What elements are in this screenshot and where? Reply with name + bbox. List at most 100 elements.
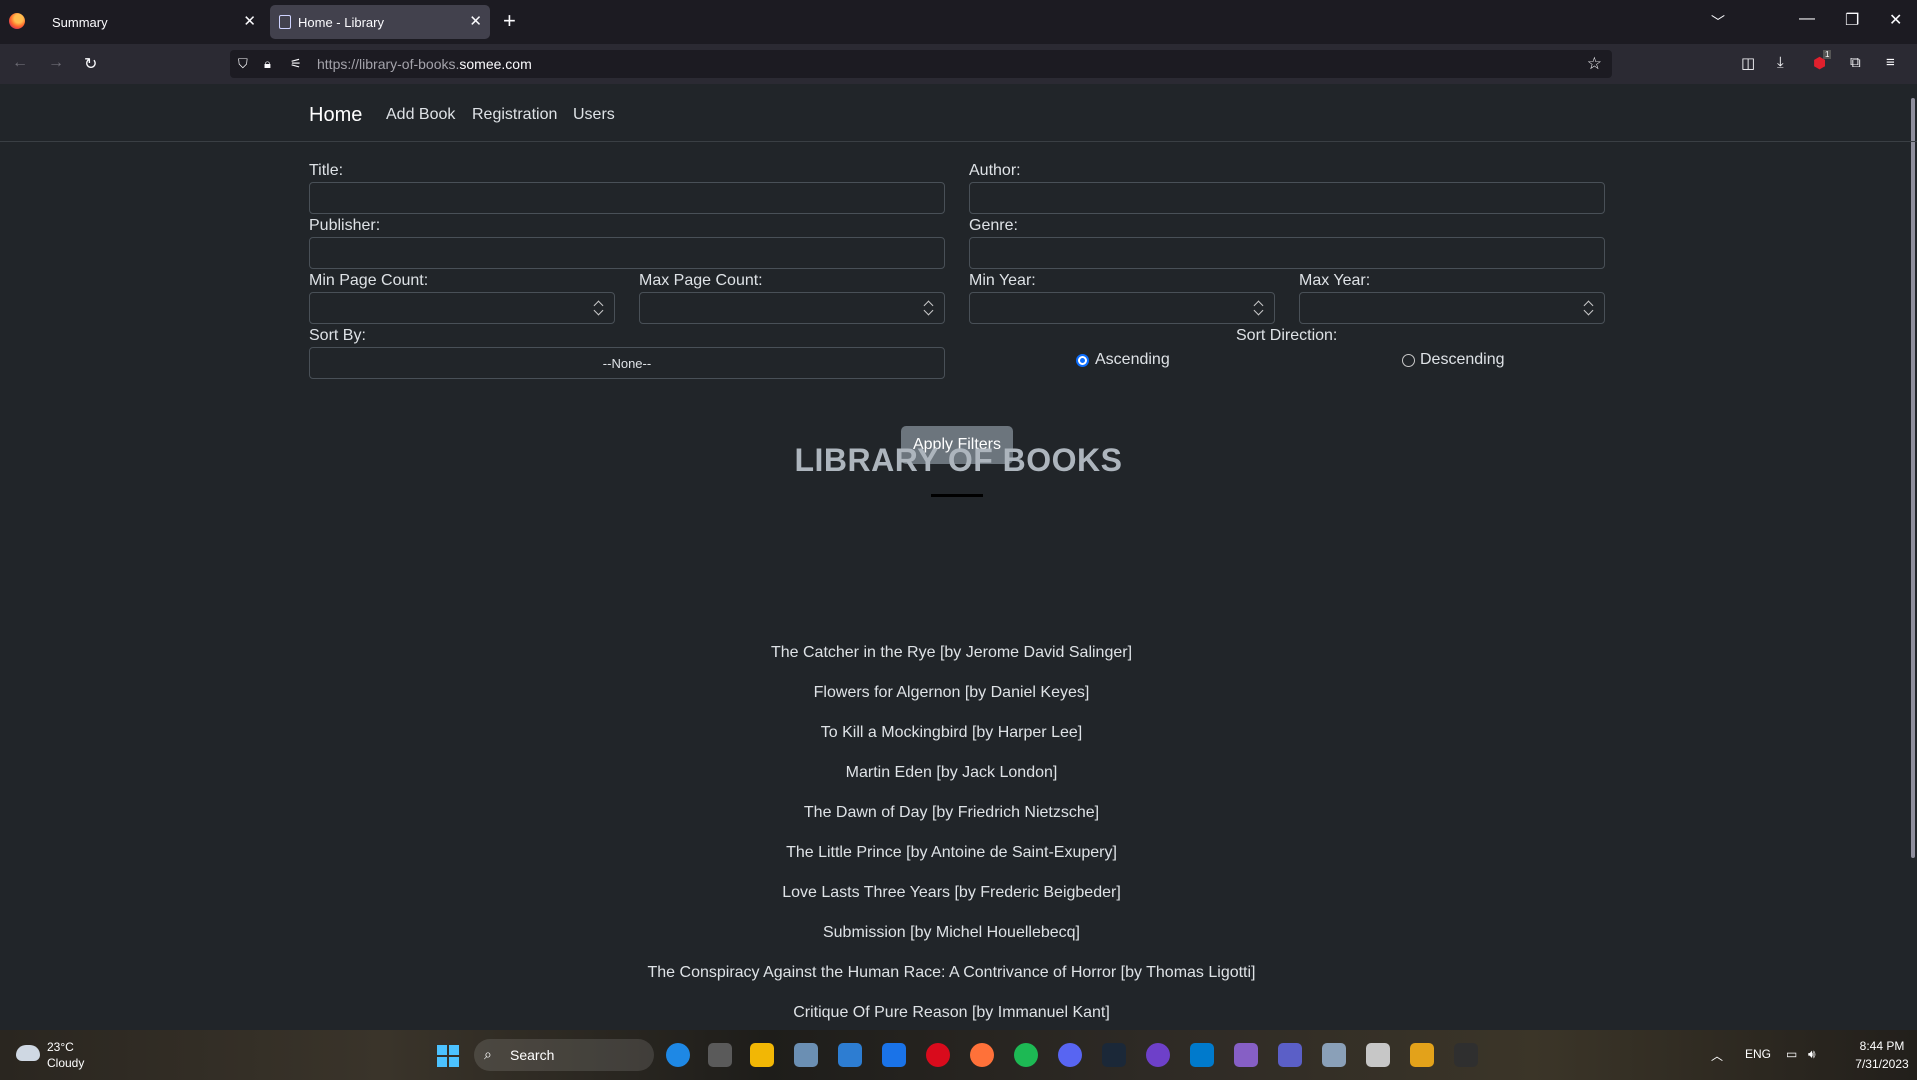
- clock-time[interactable]: 8:44 PM: [1854, 1039, 1910, 1053]
- back-icon[interactable]: ←: [12, 54, 28, 72]
- spinner-icon[interactable]: [594, 298, 604, 318]
- firefox-taskbar-icon[interactable]: [970, 1043, 994, 1067]
- author-input[interactable]: [969, 182, 1605, 214]
- menu-icon[interactable]: ≡: [1886, 54, 1895, 71]
- bing-icon[interactable]: [666, 1043, 690, 1067]
- descending-label[interactable]: Descending: [1420, 351, 1505, 369]
- book-link[interactable]: The Little Prince [by Antoine de Saint-E…: [0, 844, 1903, 862]
- bookmark-star-icon[interactable]: ☆: [1587, 54, 1602, 74]
- max-page-count-label: Max Page Count:: [639, 272, 763, 289]
- search-icon: ⌕: [484, 1046, 492, 1062]
- tab-summary[interactable]: Summary ✕: [36, 5, 264, 39]
- url-prefix: https://library-of-books.: [317, 56, 460, 72]
- url-bar[interactable]: ⛉ 🔒︎ ⚟ https://library-of-books.somee.co…: [230, 50, 1612, 78]
- windows-taskbar: 23°C Cloudy ⌕ Search ︿ ENG ▭ 🔊︎ 8:44 PM …: [0, 1030, 1917, 1080]
- visual-studio-icon[interactable]: [1234, 1043, 1258, 1067]
- book-link[interactable]: Flowers for Algernon [by Daniel Keyes]: [0, 684, 1903, 702]
- min-page-count-input[interactable]: [309, 292, 615, 324]
- network-icon[interactable]: ▭: [1786, 1047, 1797, 1061]
- genre-label: Genre:: [969, 217, 1018, 234]
- language-indicator[interactable]: ENG: [1745, 1047, 1771, 1061]
- terminal-icon[interactable]: [1454, 1043, 1478, 1067]
- pocket-icon[interactable]: ◫: [1741, 54, 1755, 72]
- nav-add-book[interactable]: Add Book: [386, 106, 455, 124]
- store-icon[interactable]: [838, 1043, 862, 1067]
- forward-icon[interactable]: →: [48, 54, 64, 72]
- weather-temperature[interactable]: 23°C: [47, 1040, 74, 1054]
- sticky-folder-icon[interactable]: [1410, 1043, 1434, 1067]
- book-link[interactable]: The Dawn of Day [by Friedrich Nietzsche]: [0, 804, 1903, 822]
- nav-registration[interactable]: Registration: [472, 106, 557, 124]
- new-tab-icon[interactable]: +: [503, 10, 516, 32]
- sort-by-select[interactable]: --None--: [309, 347, 945, 379]
- spinner-icon[interactable]: [924, 298, 934, 318]
- tab-home-library[interactable]: Home - Library ✕: [270, 5, 490, 39]
- min-year-label: Min Year:: [969, 272, 1036, 289]
- close-icon[interactable]: ✕: [243, 12, 256, 30]
- library-heading: LIBRARY OF BOOKS: [794, 442, 1123, 478]
- opera-icon[interactable]: [926, 1043, 950, 1067]
- reload-icon[interactable]: ↻: [84, 54, 97, 74]
- spinner-icon[interactable]: [1254, 298, 1264, 318]
- shield-icon[interactable]: ⛉: [238, 56, 248, 72]
- max-page-count-input[interactable]: [639, 292, 945, 324]
- ascending-radio[interactable]: [1076, 354, 1089, 367]
- book-link[interactable]: Love Lasts Three Years [by Frederic Beig…: [0, 884, 1903, 902]
- lock-icon[interactable]: 🔒︎: [264, 56, 271, 72]
- spotify-icon[interactable]: [1014, 1043, 1038, 1067]
- chevron-up-icon[interactable]: ︿: [1711, 1047, 1723, 1064]
- book-link[interactable]: Critique Of Pure Reason [by Immanuel Kan…: [0, 1004, 1903, 1022]
- sort-by-label: Sort By:: [309, 327, 366, 344]
- chevron-down-icon[interactable]: ﹀: [1711, 12, 1725, 32]
- task-view-icon[interactable]: [708, 1043, 732, 1067]
- max-year-label: Max Year:: [1299, 272, 1371, 289]
- windows-start-icon[interactable]: [437, 1045, 459, 1067]
- teams-icon[interactable]: [1278, 1043, 1302, 1067]
- title-input[interactable]: [309, 182, 945, 214]
- steam-icon[interactable]: [1102, 1043, 1126, 1067]
- download-icon[interactable]: ⤓: [1777, 54, 1784, 71]
- extensions-puzzle-icon[interactable]: ⧉: [1850, 54, 1861, 71]
- publisher-input[interactable]: [309, 237, 945, 269]
- author-label: Author:: [969, 162, 1021, 179]
- permissions-icon[interactable]: ⚟: [290, 56, 302, 72]
- sort-by-value: --None--: [602, 356, 652, 371]
- brand-home-link[interactable]: Home: [309, 104, 362, 127]
- taskbar-search[interactable]: ⌕ Search: [474, 1039, 654, 1071]
- close-window-icon[interactable]: ✕: [1889, 10, 1902, 30]
- github-icon[interactable]: [1146, 1043, 1170, 1067]
- restore-icon[interactable]: ❐: [1845, 10, 1859, 30]
- genre-input[interactable]: [969, 237, 1605, 269]
- volume-icon[interactable]: 🔊︎: [1808, 1047, 1816, 1062]
- close-icon[interactable]: ✕: [469, 12, 482, 30]
- min-year-input[interactable]: [969, 292, 1275, 324]
- minimize-icon[interactable]: —: [1799, 10, 1815, 28]
- firefox-icon[interactable]: [9, 13, 25, 29]
- mail-icon[interactable]: [882, 1043, 906, 1067]
- notepad-icon[interactable]: [1322, 1043, 1346, 1067]
- book-link[interactable]: To Kill a Mockingbird [by Harper Lee]: [0, 724, 1903, 742]
- title-label: Title:: [309, 162, 344, 179]
- search-label: Search: [510, 1047, 555, 1063]
- book-link[interactable]: Martin Eden [by Jack London]: [0, 764, 1903, 782]
- url-text[interactable]: https://library-of-books.somee.com: [317, 56, 532, 72]
- page-icon: [279, 15, 291, 29]
- descending-radio[interactable]: [1402, 354, 1415, 367]
- discord-icon[interactable]: [1058, 1043, 1082, 1067]
- cloud-icon[interactable]: [16, 1045, 40, 1061]
- clock-date[interactable]: 7/31/2023: [1854, 1057, 1910, 1071]
- spinner-icon[interactable]: [1584, 298, 1594, 318]
- file-explorer-icon[interactable]: [750, 1043, 774, 1067]
- snipping-tool-icon[interactable]: [1366, 1043, 1390, 1067]
- nav-users[interactable]: Users: [573, 106, 615, 124]
- book-link[interactable]: Submission [by Michel Houellebecq]: [0, 924, 1903, 942]
- photos-icon[interactable]: [794, 1043, 818, 1067]
- book-link[interactable]: The Conspiracy Against the Human Race: A…: [0, 964, 1903, 982]
- vscode-icon[interactable]: [1190, 1043, 1214, 1067]
- max-year-input[interactable]: [1299, 292, 1605, 324]
- book-link[interactable]: The Catcher in the Rye [by Jerome David …: [0, 644, 1903, 662]
- weather-description[interactable]: Cloudy: [47, 1056, 84, 1070]
- tab-title: Summary: [52, 15, 108, 30]
- ascending-label[interactable]: Ascending: [1095, 351, 1170, 369]
- extension-badge: 1: [1823, 50, 1832, 59]
